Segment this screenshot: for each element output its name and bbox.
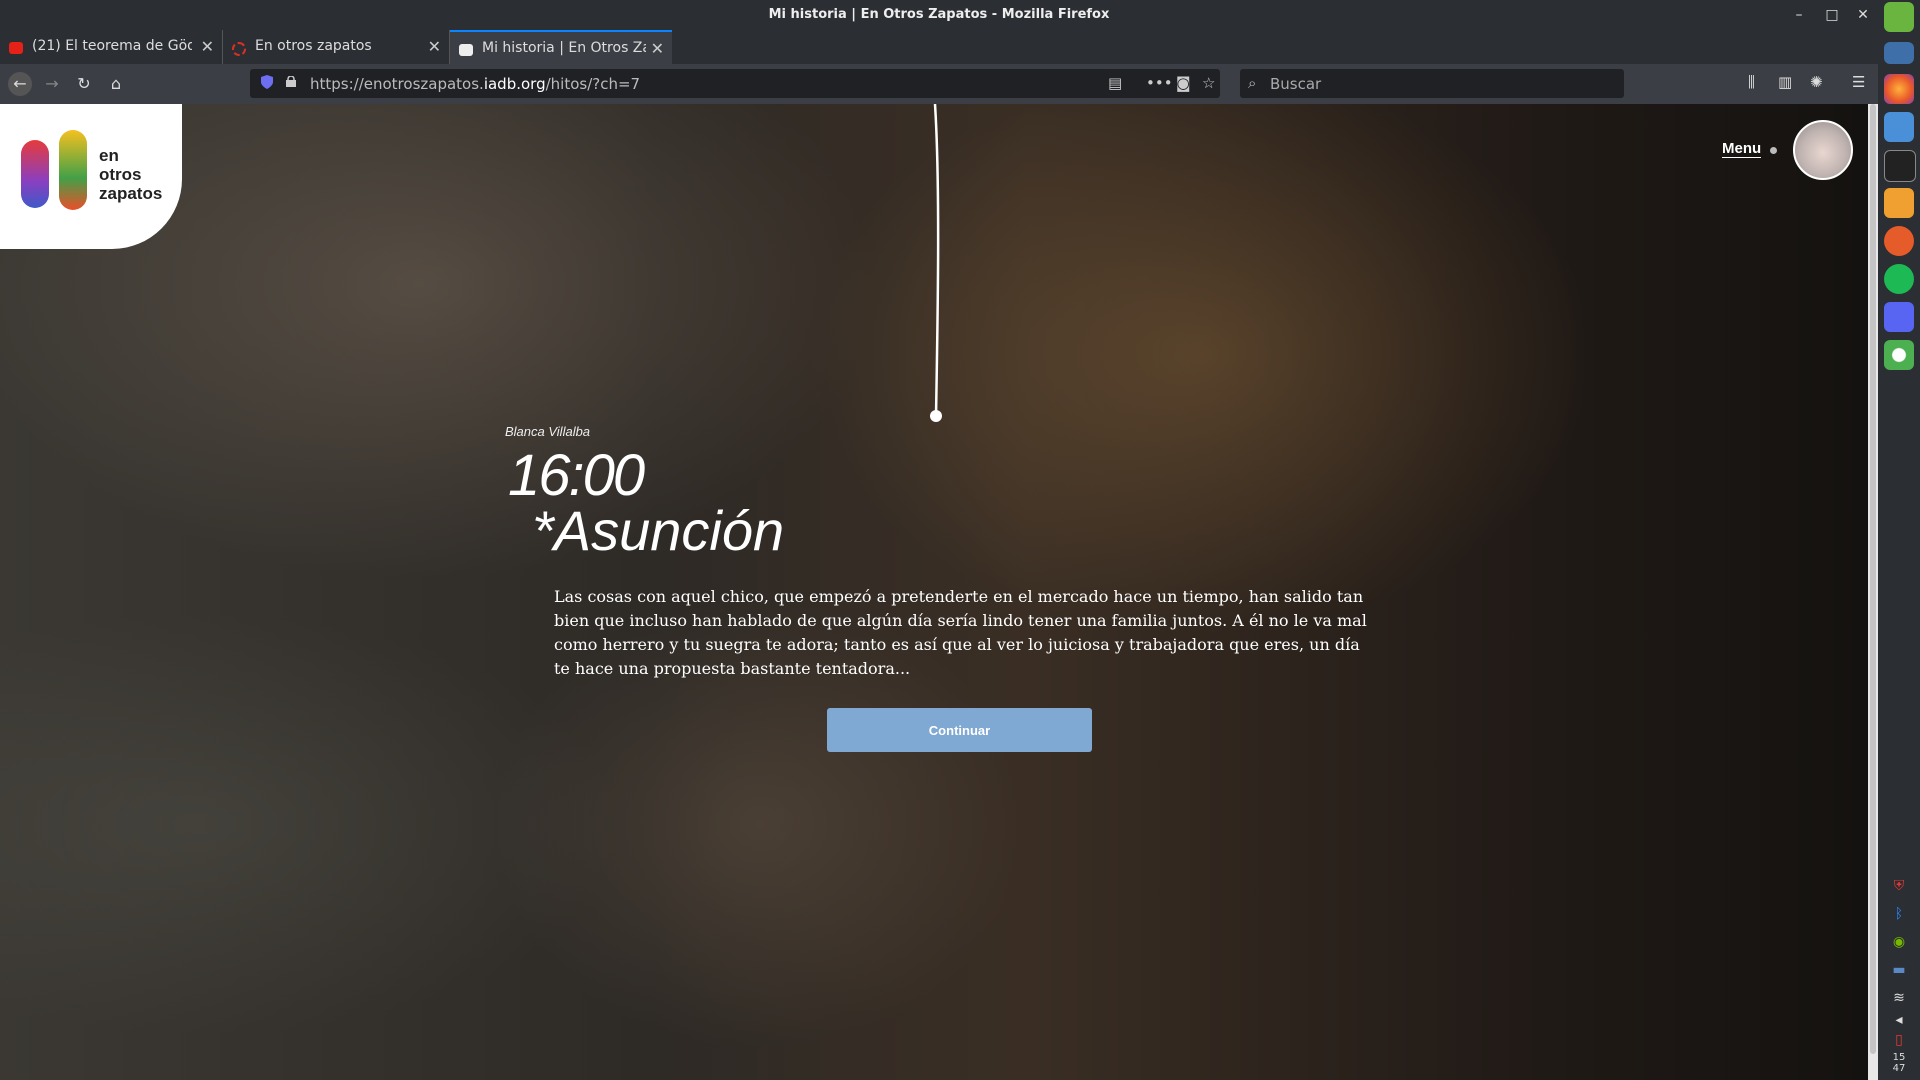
- avatar[interactable]: [1793, 120, 1853, 180]
- tab-label: En otros zapatos: [255, 38, 372, 54]
- shield-tray-icon[interactable]: ⛨: [1889, 878, 1909, 896]
- back-button[interactable]: ←: [8, 72, 32, 96]
- clock[interactable]: 15 47: [1889, 1052, 1909, 1074]
- reload-button[interactable]: ↻: [72, 72, 96, 96]
- wifi-icon[interactable]: ≋: [1889, 990, 1909, 1008]
- terminal-icon[interactable]: [1884, 150, 1916, 182]
- navigation-toolbar: ← → ↻ ⌂ https://enotroszapatos.iadb.org/…: [0, 64, 1878, 104]
- logo-footprint-icon: [21, 140, 49, 208]
- story-text: Las cosas con aquel chico, que empezó a …: [554, 587, 1367, 678]
- discord-icon[interactable]: [1884, 302, 1914, 332]
- story-author: Blanca Villalba: [505, 424, 591, 439]
- home-button[interactable]: ⌂: [104, 72, 128, 96]
- youtube-icon: [9, 42, 23, 54]
- story-place: *Asunción: [532, 499, 785, 562]
- maximize-button[interactable]: □: [1822, 5, 1842, 25]
- tab-en-otros-zapatos[interactable]: En otros zapatos ✕: [223, 30, 450, 64]
- site-favicon-icon: [232, 42, 246, 56]
- screenshot-tool-icon[interactable]: [1884, 226, 1914, 256]
- bluetooth-icon[interactable]: ᛒ: [1889, 906, 1909, 924]
- battery-icon[interactable]: ▯: [1889, 1032, 1909, 1050]
- minimize-button[interactable]: –: [1789, 5, 1809, 25]
- nvidia-icon[interactable]: ◉: [1889, 934, 1909, 952]
- window-titlebar: Mi historia | En Otros Zapatos - Mozilla…: [0, 0, 1878, 30]
- lock-icon[interactable]: [286, 76, 296, 87]
- files-icon[interactable]: [1884, 112, 1914, 142]
- workspace-icon[interactable]: ▬: [1889, 962, 1909, 980]
- menu-link[interactable]: Menu: [1722, 140, 1762, 158]
- mint-menu-icon[interactable]: [1884, 2, 1914, 32]
- reader-view-icon[interactable]: ▤: [1108, 74, 1122, 92]
- page-content: en otros zapatos Menu Blanca Villalba 16…: [0, 104, 1868, 1080]
- tab-bar: (21) El teorema de Gödel ✕ En otros zapa…: [0, 30, 1878, 89]
- forward-button[interactable]: →: [40, 72, 64, 96]
- library-icon[interactable]: ⫼: [1748, 73, 1755, 91]
- show-desktop-icon[interactable]: [1884, 42, 1914, 64]
- tab-youtube[interactable]: (21) El teorema de Gödel ✕: [0, 30, 223, 64]
- tab-label: (21) El teorema de Gödel: [32, 38, 192, 54]
- page-actions-icon[interactable]: •••: [1146, 74, 1173, 92]
- clock-hour: 15: [1892, 1052, 1906, 1063]
- sublime-text-icon[interactable]: [1884, 188, 1914, 218]
- bookmark-star-icon[interactable]: ☆: [1202, 74, 1215, 92]
- logo-text: en otros zapatos: [99, 146, 163, 203]
- iadb-favicon-icon: [459, 44, 473, 56]
- firefox-icon[interactable]: [1884, 74, 1914, 104]
- tracking-protection-icon[interactable]: [260, 74, 274, 90]
- window-title: Mi historia | En Otros Zapatos - Mozilla…: [768, 7, 1110, 22]
- hamburger-menu-icon[interactable]: ☰: [1852, 73, 1865, 91]
- pocket-icon[interactable]: ◙: [1176, 74, 1191, 92]
- scrollbar-thumb[interactable]: [1870, 104, 1876, 1054]
- sidebar-icon[interactable]: ▥: [1778, 73, 1792, 91]
- close-tab-icon[interactable]: ✕: [428, 37, 441, 56]
- extension-icon[interactable]: ✺: [1810, 73, 1823, 91]
- search-placeholder: Buscar: [1270, 75, 1322, 93]
- timeline-marker-dot: [930, 410, 942, 422]
- search-icon: ⌕: [1248, 74, 1257, 92]
- url-bar[interactable]: https://enotroszapatos.iadb.org/hitos/?c…: [250, 69, 1220, 98]
- url-text[interactable]: https://enotroszapatos.iadb.org/hitos/?c…: [310, 75, 640, 93]
- close-tab-icon[interactable]: ✕: [201, 37, 214, 56]
- logo-footprint-icon: [59, 130, 87, 210]
- tab-label: Mi historia | En Otros Zapatos: [482, 40, 646, 56]
- close-tab-icon[interactable]: ✕: [651, 39, 664, 58]
- volume-icon[interactable]: ◂: [1889, 1012, 1909, 1030]
- site-logo[interactable]: en otros zapatos: [0, 104, 182, 249]
- close-window-button[interactable]: ✕: [1853, 5, 1873, 25]
- clock-minute: 47: [1892, 1063, 1906, 1074]
- spotify-icon[interactable]: [1884, 264, 1914, 294]
- desktop-panel: ⛨ ᛒ ◉ ▬ ≋ ◂ ▯ 15 47: [1878, 0, 1920, 1080]
- tab-mi-historia[interactable]: Mi historia | En Otros Zapatos ✕: [450, 30, 672, 64]
- menu-indicator-dot: [1770, 147, 1777, 154]
- settings-gear-icon[interactable]: [1884, 340, 1914, 370]
- page-scrollbar[interactable]: [1868, 104, 1878, 1080]
- timeline-line: [930, 104, 942, 422]
- search-bar[interactable]: ⌕ Buscar: [1240, 69, 1624, 98]
- continue-button[interactable]: Continuar: [827, 708, 1092, 752]
